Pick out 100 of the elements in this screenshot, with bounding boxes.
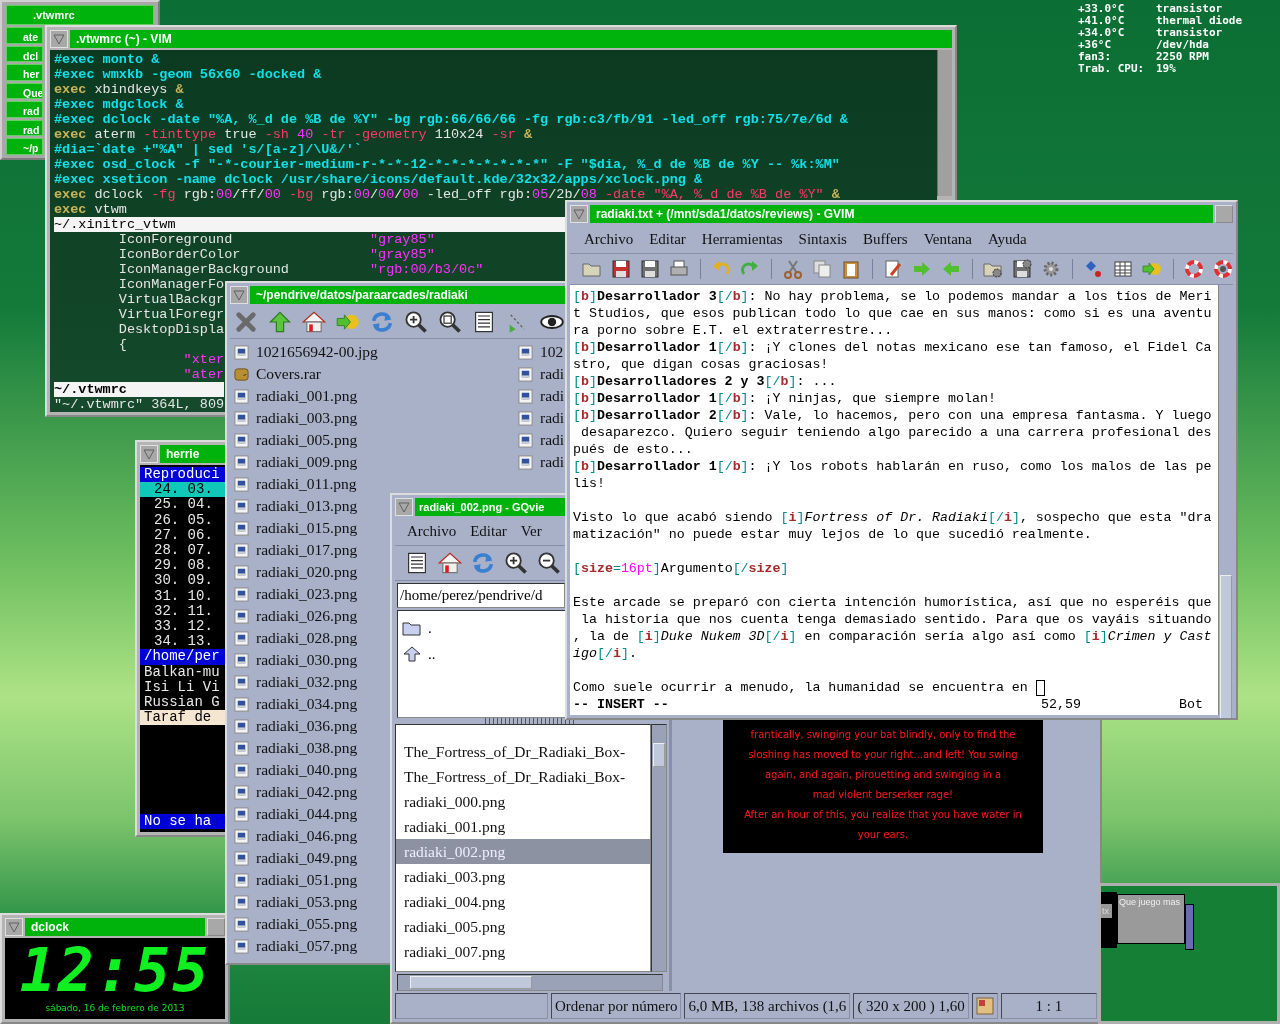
floppy-gear-icon[interactable] <box>1012 259 1033 279</box>
playlist-item[interactable]: 30. 09. <box>140 573 225 589</box>
file-name[interactable]: radi <box>540 365 565 383</box>
playlist-item[interactable]: 24. 03. <box>140 482 225 498</box>
file-name[interactable]: radiaki_051.png <box>256 871 358 889</box>
menu-item[interactable]: Ver <box>520 523 542 540</box>
menu-icon[interactable] <box>395 498 413 516</box>
zoom-in-icon[interactable] <box>404 310 428 334</box>
file-name[interactable]: radiaki_040.png <box>256 761 358 779</box>
menu-item[interactable]: Archivo <box>407 523 457 540</box>
file-name[interactable]: radiaki_032.png <box>256 673 358 691</box>
menu-item[interactable]: Herramientas <box>701 230 783 248</box>
menu-icon[interactable] <box>570 205 588 223</box>
file-row[interactable]: radiaki_003.png <box>396 864 650 889</box>
file-name[interactable]: radi <box>540 431 565 449</box>
menu-item[interactable]: Sintaxis <box>798 230 847 248</box>
lifebuoy-icon[interactable] <box>1212 259 1233 279</box>
file-name[interactable]: radiaki_055.png <box>256 915 358 933</box>
iconify-button[interactable] <box>1215 205 1233 223</box>
file-name[interactable]: radiaki_026.png <box>256 607 358 625</box>
up-arrow-icon[interactable] <box>268 310 292 334</box>
table-icon[interactable] <box>1112 259 1133 279</box>
file-name[interactable]: radiaki_053.png <box>256 893 358 911</box>
file-name[interactable]: radiaki_057.png <box>256 937 358 955</box>
browser-item[interactable]: Balkan-mu <box>140 664 225 680</box>
house-icon[interactable] <box>438 551 462 575</box>
close-icon[interactable] <box>234 310 258 334</box>
printer-icon[interactable] <box>669 259 689 279</box>
file-name[interactable]: radiaki_036.png <box>256 717 358 735</box>
zoom-out-icon[interactable] <box>537 551 561 575</box>
zoom-in-icon[interactable] <box>504 551 528 575</box>
file-name[interactable]: radiaki_015.png <box>256 519 358 537</box>
menu-icon[interactable] <box>230 286 248 304</box>
file-row[interactable]: radiaki_007.png <box>396 939 650 964</box>
file-name[interactable]: radiaki_034.png <box>256 695 358 713</box>
floppy-icon[interactable] <box>640 259 660 279</box>
file-name[interactable]: radiaki_023.png <box>256 585 358 603</box>
file-row[interactable]: radiaki_004.png <box>396 889 650 914</box>
menu-icon[interactable] <box>140 445 158 463</box>
iconify-button[interactable] <box>207 918 225 936</box>
file-name[interactable]: radiaki_013.png <box>256 497 358 515</box>
browser-item[interactable]: Russian G <box>140 695 225 711</box>
file-name[interactable]: radiaki_044.png <box>256 805 358 823</box>
file-row[interactable]: radiaki_001.png <box>396 814 650 839</box>
floppy-icon[interactable] <box>611 259 631 279</box>
zoom-fit-icon[interactable] <box>438 310 462 334</box>
menu-item[interactable]: Editar <box>470 523 507 540</box>
file-name[interactable]: radiaki_042.png <box>256 783 358 801</box>
file-row[interactable]: The_Fortress_of_Dr_Radiaki_Box- <box>396 764 650 789</box>
playlist-item[interactable]: 32. 11. <box>140 603 225 620</box>
menu-item[interactable]: Editar <box>649 230 686 248</box>
file-name[interactable]: radiaki_003.png <box>256 409 358 427</box>
menu-item[interactable]: Ventana <box>923 230 972 248</box>
scrollbar[interactable] <box>651 724 667 972</box>
playlist-item[interactable]: 34. 13. <box>140 634 225 650</box>
scissors-icon[interactable] <box>782 259 803 279</box>
menu-item[interactable]: Buffers <box>862 230 908 248</box>
menu-item[interactable]: Archivo <box>584 230 634 248</box>
scrollbar[interactable] <box>397 974 663 991</box>
scrollbar[interactable] <box>937 50 952 196</box>
file-name[interactable]: radiaki_017.png <box>256 541 358 559</box>
file-name[interactable]: radi <box>540 387 565 405</box>
window-thumbnail[interactable] <box>1185 904 1194 950</box>
file-name[interactable]: radiaki_046.png <box>256 827 358 845</box>
file-name[interactable]: radi <box>540 409 565 427</box>
file-name[interactable]: radiaki_001.png <box>256 387 358 405</box>
path-field[interactable]: /home/perez/pendrive/d <box>397 583 565 608</box>
file-name[interactable]: Covers.rar <box>256 365 321 383</box>
playlist-item[interactable]: 29. 08. <box>140 558 225 574</box>
pane-splitter[interactable] <box>485 718 577 724</box>
list-icon[interactable] <box>472 310 496 334</box>
clipboard-icon[interactable] <box>840 259 861 279</box>
list-icon[interactable] <box>405 551 429 575</box>
copy-icon[interactable] <box>811 259 832 279</box>
file-name[interactable]: radiaki_020.png <box>256 563 358 581</box>
file-name[interactable]: radiaki_009.png <box>256 453 358 471</box>
browser-item[interactable]: Isi Li Vi <box>140 679 225 696</box>
playlist-item[interactable]: 25. 04. <box>140 497 225 513</box>
menu-item[interactable]: Ayuda <box>988 230 1027 248</box>
file-name[interactable]: radiaki_049.png <box>256 849 358 867</box>
file-name[interactable]: radiaki_028.png <box>256 629 358 647</box>
file-name[interactable]: radiaki_030.png <box>256 651 358 669</box>
playlist-item[interactable]: 31. 10. <box>140 588 225 604</box>
file-name[interactable]: radiaki_011.png <box>256 475 357 493</box>
menu-icon[interactable] <box>50 30 68 48</box>
playlist-item[interactable]: 26. 05. <box>140 512 225 528</box>
file-name[interactable]: radiaki_005.png <box>256 431 358 449</box>
playlist-item[interactable]: 27. 06. <box>140 527 225 543</box>
scrollbar[interactable] <box>1218 285 1233 715</box>
lifebuoy-icon[interactable] <box>1183 259 1204 279</box>
folder-name[interactable]: .. <box>428 645 436 663</box>
file-row[interactable]: radiaki_005.png <box>396 914 650 939</box>
file-row[interactable]: The_Fortress_of_Dr_Radiaki_Box- <box>396 739 650 764</box>
playlist-item[interactable]: 28. 07. <box>140 543 225 559</box>
pencil-icon[interactable] <box>883 259 903 279</box>
menu-icon[interactable] <box>5 918 23 936</box>
file-name[interactable]: radi <box>540 453 565 471</box>
playlist-item[interactable]: 33. 12. <box>140 619 225 635</box>
file-name[interactable]: 1021656942-00.jpg <box>256 343 378 361</box>
house-icon[interactable] <box>302 310 326 334</box>
